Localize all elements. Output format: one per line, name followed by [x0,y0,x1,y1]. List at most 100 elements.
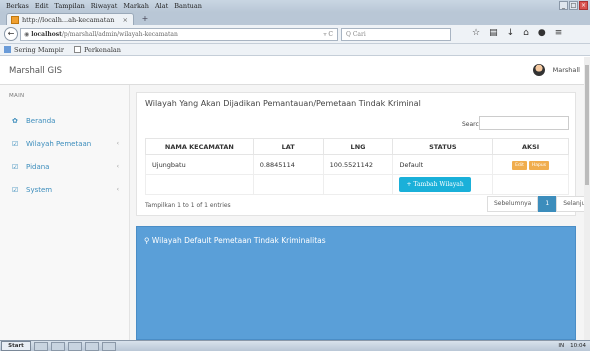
taskbar-app-icon[interactable] [85,341,99,351]
app-brand[interactable]: Marshall GIS [9,66,62,76]
tab-title: http://localh...ah-kecamatan [22,15,115,24]
cell-lat: 0.8845114 [252,154,324,175]
start-button[interactable]: Start [1,341,31,351]
clock: 10:04 [570,343,586,349]
menu-edit[interactable]: Edit [35,2,49,10]
menu-markah[interactable]: Markah [123,2,149,10]
sidebar-item-label: Wilayah Pemetaan [26,139,92,148]
sidebar-section-label: MAIN [9,93,25,99]
sidebar-item-label: System [26,185,53,194]
browser-navbar: ← ◉ localhost /p/marshall/admin/wilayah-… [0,25,590,44]
download-icon[interactable]: ↓ [507,28,515,38]
pagination: Sebelumnya 1 Selanjutnya [487,196,590,212]
edit-button[interactable]: Edit [512,160,527,170]
edit-icon: ☑ [12,162,19,171]
url-path: /p/marshall/admin/wilayah-kecamatan [61,31,178,38]
taskbar-app-icon[interactable] [68,341,82,351]
bookmark-sering-mampir[interactable]: Sering Mampir [4,46,64,54]
system-tray: IN 10:04 [558,343,586,349]
table-info: Tampilkan 1 to 1 of 1 entries [145,202,231,209]
page-scrollbar[interactable] [584,57,590,340]
browser-search-input[interactable]: Q Cari [341,28,451,41]
bookmark-star-icon[interactable]: ☆ [472,28,480,38]
bookmark-perkenalan[interactable]: Perkenalan [73,45,121,54]
new-tab-button[interactable]: + [139,14,151,24]
window-controls: _ □ × [559,1,588,10]
menu-berkas[interactable]: Berkas [6,2,29,10]
bookmark-label: Perkenalan [83,45,121,54]
reading-list-icon[interactable]: ▤ [489,28,498,38]
browser-tab[interactable]: http://localh...ah-kecamatan × [6,13,134,25]
column-header-lat[interactable]: LAT [252,138,324,155]
table-row-actions: + Tambah Wilayah [145,174,569,195]
empty-cell [145,174,254,195]
menu-tampilan[interactable]: Tampilan [55,2,85,10]
table-search-input[interactable] [479,116,569,130]
maximize-button[interactable]: □ [569,1,578,10]
map-panel: ⚲ Wilayah Default Pemetaan Tindak Krimin… [136,226,576,340]
cell-status: Default [392,154,494,175]
favicon-icon [11,15,19,24]
wilayah-panel: Wilayah Yang Akan Dijadikan Pemantauan/P… [136,92,590,216]
sidebar-item-wilayah-pemetaan[interactable]: ☑ Wilayah Pemetaan ‹ [0,132,129,155]
taskbar-explorer-icon[interactable] [34,341,48,351]
tambah-wilayah-button[interactable]: + Tambah Wilayah [399,177,471,192]
menu-bantuan[interactable]: Bantuan [174,2,202,10]
app-header: Marshall GIS Marshall [0,57,590,85]
sidebar-item-pidana[interactable]: ☑ Pidana ‹ [0,155,129,178]
map-panel-title-text: Wilayah Default Pemetaan Tindak Kriminal… [151,236,326,245]
close-window-button[interactable]: × [579,1,588,10]
avatar [532,64,545,76]
edit-icon: ☑ [12,185,19,194]
taskbar-firefox-icon[interactable] [102,341,116,351]
bookmark-folder-icon [4,46,11,53]
cell-nama: Ujungbatu [145,154,254,175]
minimize-button[interactable]: _ [559,1,568,10]
column-header-status[interactable]: STATUS [392,138,494,155]
table-header-row: NAMA KECAMATAN LAT LNG STATUS AKSI [145,138,569,155]
menu-alat[interactable]: Alat [155,2,168,10]
hapus-button[interactable]: Hapus [528,160,550,170]
column-header-nama[interactable]: NAMA KECAMATAN [145,138,254,155]
menu-riwayat[interactable]: Riwayat [91,2,118,10]
cell-add: + Tambah Wilayah [392,174,494,195]
pocket-icon[interactable]: ● [538,28,546,38]
url-bar[interactable]: ◉ localhost /p/marshall/admin/wilayah-ke… [20,28,338,41]
pagination-prev[interactable]: Sebelumnya [487,196,539,212]
main-content: Wilayah Yang Akan Dijadikan Pemantauan/P… [130,85,590,340]
column-header-lng[interactable]: LNG [322,138,394,155]
map-panel-title: ⚲ Wilayah Default Pemetaan Tindak Krimin… [144,236,326,245]
empty-cell [322,174,394,195]
web-page: Marshall GIS Marshall MAIN ✿ Beranda ☑ W… [0,57,590,340]
empty-cell [492,174,569,195]
bookmarks-toolbar: Sering Mampir Perkenalan [0,44,590,56]
sidebar: MAIN ✿ Beranda ☑ Wilayah Pemetaan ‹ ☑ Pi… [0,85,130,340]
table-row: Ujungbatu 0.8845114 100.5521142 Default … [145,154,569,175]
browser-menubar: Berkas Edit Tampilan Riwayat Markah Alat… [0,0,590,12]
column-header-aksi: AKSI [492,138,569,155]
sidebar-item-system[interactable]: ☑ System ‹ [0,178,129,201]
home-icon[interactable]: ⌂ [523,28,529,38]
sidebar-item-beranda[interactable]: ✿ Beranda [0,109,129,132]
url-host: localhost [31,31,62,38]
wilayah-table: NAMA KECAMATAN LAT LNG STATUS AKSI Ujung… [145,138,569,195]
os-taskbar: Start IN 10:04 [0,340,590,351]
panel-title: Wilayah Yang Akan Dijadikan Pemantauan/P… [145,99,421,108]
reload-icon[interactable]: ▿ C [323,31,333,38]
map-marker-icon: ⚲ [144,236,150,245]
scrollbar-thumb[interactable] [585,65,589,185]
edit-icon: ☑ [12,139,19,148]
taskbar-folder-icon[interactable] [51,341,65,351]
tab-close-icon[interactable]: × [123,16,128,24]
empty-cell [252,174,324,195]
menu-icon[interactable]: ≡ [555,28,563,38]
language-indicator[interactable]: IN [558,343,564,349]
back-button[interactable]: ← [4,27,18,41]
user-name: Marshall [552,66,580,74]
pagination-page[interactable]: 1 [538,196,557,212]
chevron-left-icon: ‹ [116,163,119,170]
chevron-left-icon: ‹ [116,140,119,147]
sidebar-item-label: Beranda [26,116,56,125]
dashboard-icon: ✿ [12,116,18,125]
user-menu[interactable]: Marshall [532,64,580,76]
